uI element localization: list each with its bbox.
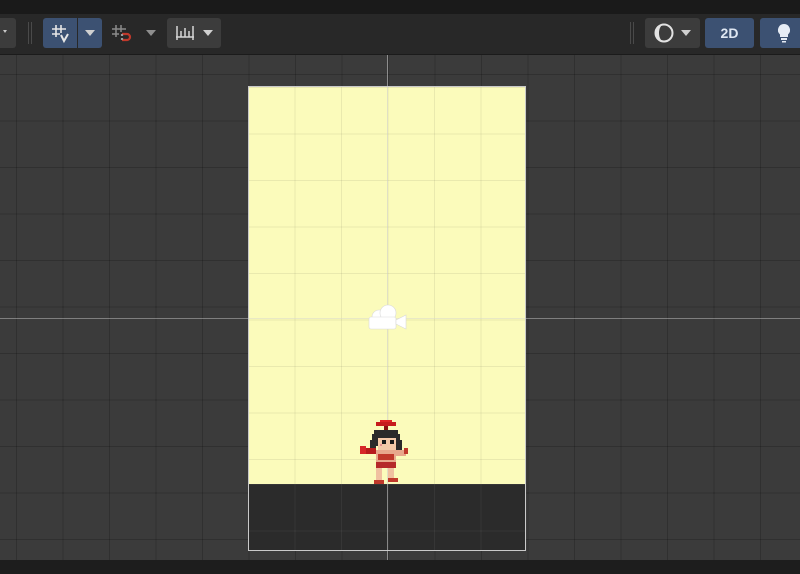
chevron-down-icon xyxy=(85,30,95,36)
scene-view-window: 2D xyxy=(0,0,800,574)
increment-snap-button[interactable] xyxy=(105,18,137,48)
lightbulb-icon xyxy=(777,23,791,43)
chevron-down-icon xyxy=(681,30,691,36)
chevron-down-icon xyxy=(203,30,213,36)
shading-mode-icon xyxy=(654,23,674,43)
grid-snapping-button[interactable] xyxy=(43,18,77,48)
player-character-sprite[interactable] xyxy=(358,420,414,488)
camera-gizmo-icon[interactable] xyxy=(366,303,410,333)
shading-mode-button[interactable] xyxy=(645,18,700,48)
toolbar-separator xyxy=(28,22,33,44)
window-top-strip xyxy=(0,0,800,14)
grid-snapping-dropdown[interactable] xyxy=(78,18,102,48)
scene-toolbar: 2D xyxy=(0,14,800,55)
chevron-down-icon xyxy=(146,30,156,36)
increment-snap-dropdown[interactable] xyxy=(139,18,163,48)
grid-snapping-icon xyxy=(52,25,69,44)
2d-mode-toggle[interactable]: 2D xyxy=(705,18,754,48)
scene-lighting-toggle[interactable] xyxy=(760,18,800,48)
increment-snap-icon xyxy=(112,25,132,42)
scene-viewport[interactable] xyxy=(0,55,800,560)
left-dropdown-button[interactable] xyxy=(0,18,16,48)
toolbar-separator xyxy=(630,22,635,44)
chevron-down-icon xyxy=(3,30,7,33)
status-bar xyxy=(0,560,800,574)
ruler-button[interactable] xyxy=(167,18,221,48)
ruler-icon xyxy=(176,26,194,40)
